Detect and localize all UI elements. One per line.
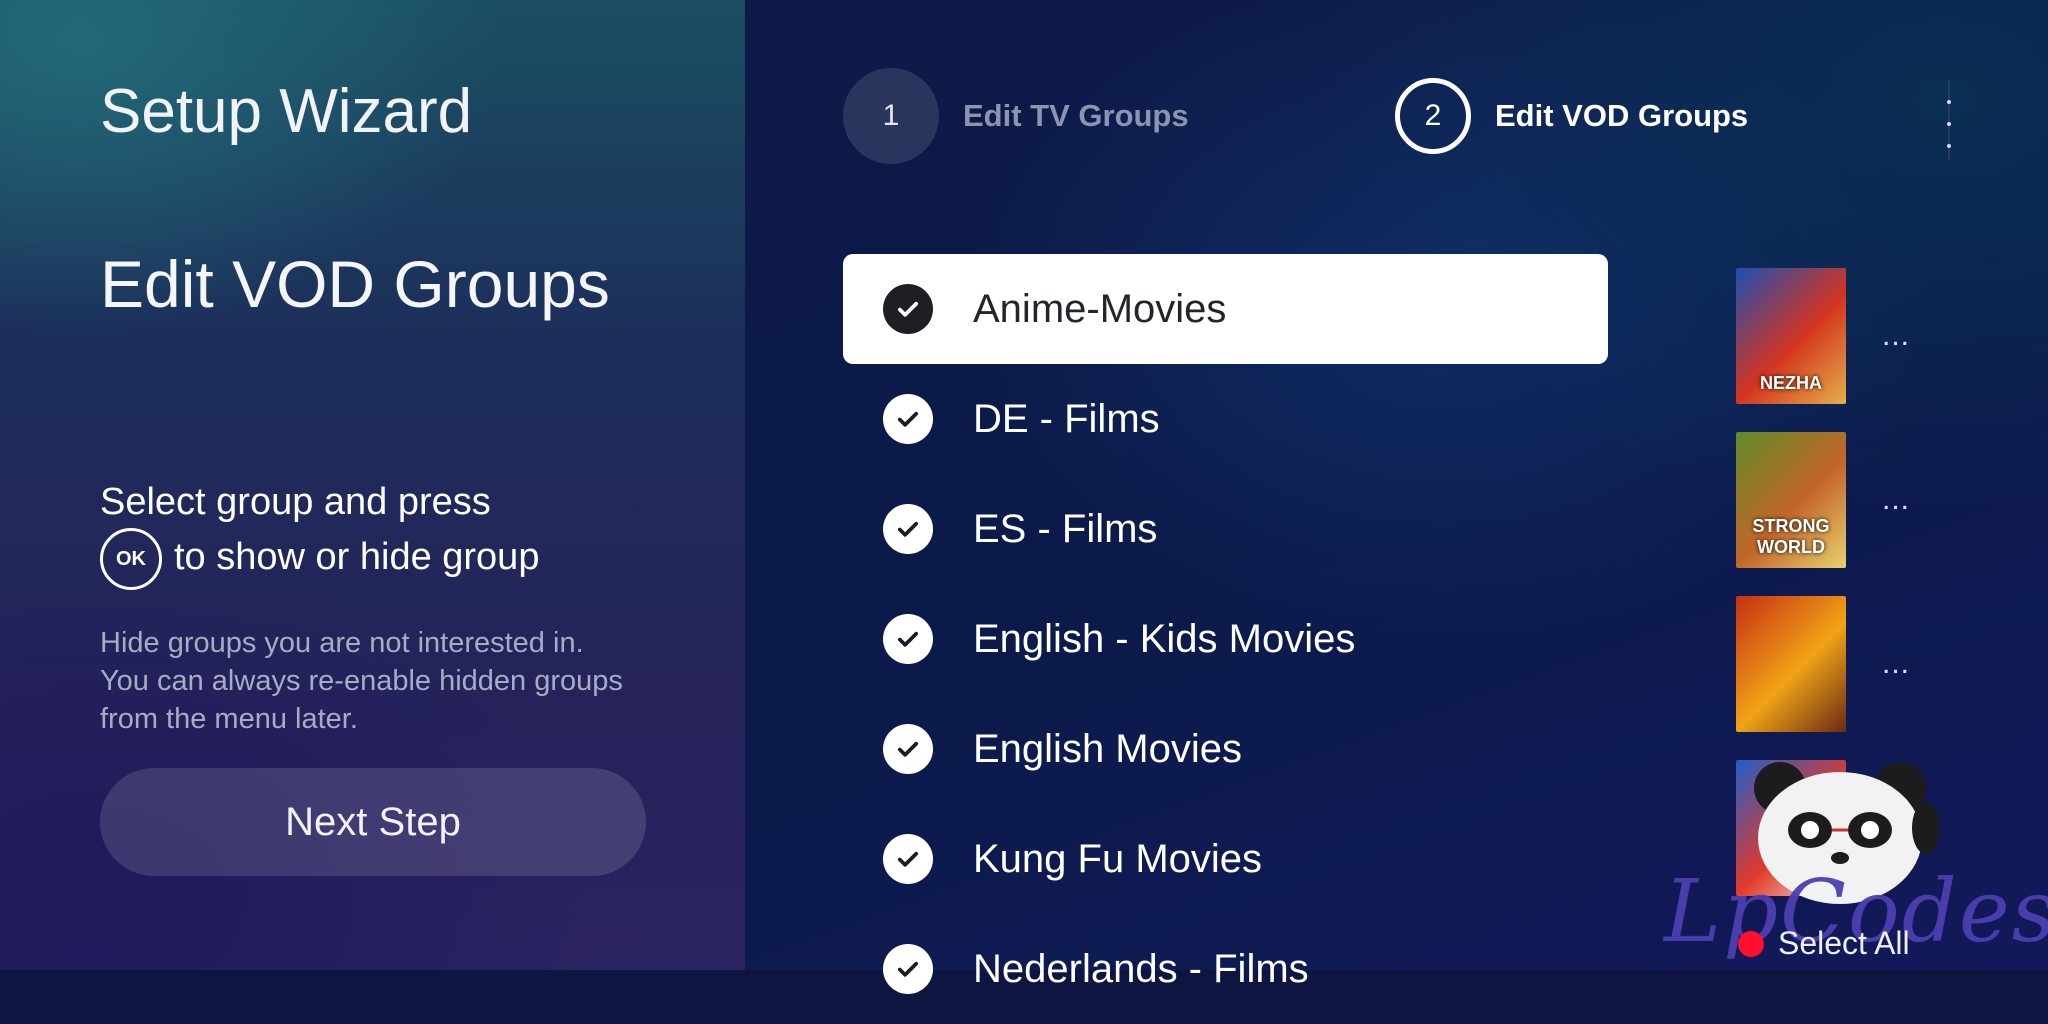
group-label: DE - Films xyxy=(973,396,1160,441)
more-options-icon[interactable]: ... xyxy=(1882,485,1910,515)
group-row[interactable]: English - Kids Movies xyxy=(843,584,1608,694)
hint-text: Hide groups you are not interested in. Y… xyxy=(100,627,623,735)
instruction-text: Select group and press OK to show or hide… xyxy=(100,476,660,590)
step-edit-vod-groups[interactable]: 2 Edit VOD Groups xyxy=(1395,68,1748,164)
more-vert-icon[interactable] xyxy=(1946,100,1952,148)
instruction-before: Select group and press xyxy=(100,481,491,523)
more-options-icon[interactable]: ... xyxy=(1882,649,1910,679)
step-edit-tv-groups[interactable]: 1 Edit TV Groups xyxy=(843,68,1189,164)
checkmark-icon xyxy=(883,944,933,994)
ok-button-icon: OK xyxy=(100,528,162,590)
group-label: ES - Films xyxy=(973,506,1158,551)
group-label: Anime-Movies xyxy=(973,286,1227,331)
poster-thumbnail xyxy=(1736,596,1846,732)
checkmark-icon xyxy=(883,724,933,774)
step-label: Edit VOD Groups xyxy=(1495,98,1749,133)
group-row[interactable]: ES - Films xyxy=(843,474,1608,584)
group-row[interactable]: DE - Films xyxy=(843,364,1608,474)
checkmark-icon xyxy=(883,504,933,554)
instruction-after: to show or hide group xyxy=(174,536,540,579)
wizard-panel: Setup Wizard Edit VOD Groups Select grou… xyxy=(0,0,745,970)
group-label: Nederlands - Films xyxy=(973,946,1309,991)
group-label: English Movies xyxy=(973,726,1243,771)
more-options-icon[interactable]: ... xyxy=(1882,321,1910,351)
poster-title: NEZHA xyxy=(1760,373,1822,393)
next-step-button[interactable]: Next Step xyxy=(100,768,646,876)
group-row[interactable]: Anime-Movies xyxy=(843,254,1608,364)
select-all-button[interactable]: Select All xyxy=(1738,925,1910,962)
step-number: 1 xyxy=(843,68,939,164)
poster-thumbnail: NEZHA xyxy=(1736,268,1846,404)
checkmark-icon xyxy=(883,834,933,884)
section-title: Edit VOD Groups xyxy=(100,247,610,321)
step-label: Edit TV Groups xyxy=(963,98,1189,133)
group-label: English - Kids Movies xyxy=(973,616,1356,661)
red-dot-icon xyxy=(1738,930,1764,957)
group-row[interactable]: Kung Fu Movies xyxy=(843,804,1608,914)
checkmark-icon xyxy=(883,614,933,664)
group-row[interactable]: Nederlands - Films xyxy=(843,914,1608,1024)
checkmark-icon xyxy=(883,284,933,334)
group-list: Anime-Movies DE - Films ES - Films English … xyxy=(843,254,1608,1024)
wizard-title: Setup Wizard xyxy=(100,77,473,146)
group-row[interactable]: English Movies xyxy=(843,694,1608,804)
step-number: 2 xyxy=(1395,78,1471,154)
group-label: Kung Fu Movies xyxy=(973,836,1263,881)
checkmark-icon xyxy=(883,394,933,444)
poster-thumbnail: STRONG WORLD xyxy=(1736,432,1846,568)
poster-title: STRONG WORLD xyxy=(1752,516,1830,557)
select-all-label: Select All xyxy=(1778,925,1910,961)
